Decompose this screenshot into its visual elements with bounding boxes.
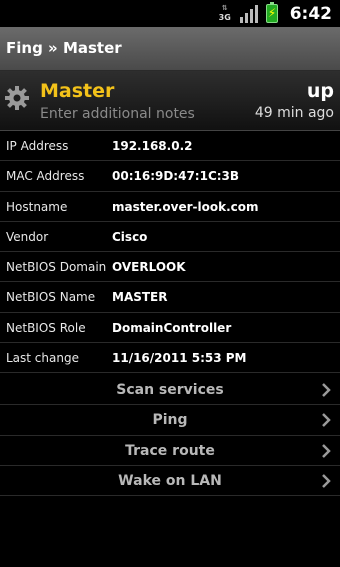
device-actions: Scan services Ping Trace route Wake on L… bbox=[0, 375, 340, 497]
detail-label: Vendor bbox=[6, 229, 49, 244]
detail-label: MAC Address bbox=[6, 169, 85, 184]
wake-on-lan-button[interactable]: Wake on LAN bbox=[0, 466, 340, 497]
battery-charging-icon: ⚡ bbox=[265, 2, 278, 23]
status-age: 49 min ago bbox=[254, 105, 334, 121]
detail-label: NetBIOS Role bbox=[6, 320, 86, 335]
detail-label: NetBIOS Name bbox=[6, 290, 96, 305]
chevron-right-icon bbox=[322, 443, 331, 458]
detail-value: 192.168.0.2 bbox=[112, 139, 193, 153]
status-bar: ⇅ 3G ⚡ 6:42 bbox=[0, 0, 340, 27]
chevron-right-icon bbox=[322, 383, 331, 397]
app-title-bar: Fing » Master bbox=[0, 27, 340, 71]
trace-route-button[interactable]: Trace route bbox=[0, 436, 340, 466]
detail-value: Cisco bbox=[112, 229, 148, 244]
detail-value: master.over-look.com bbox=[112, 199, 259, 214]
page-title: Fing » Master bbox=[6, 39, 122, 57]
detail-label: Last change bbox=[6, 351, 79, 366]
device-header: Master Enter additional notes up 49 min … bbox=[0, 71, 340, 131]
detail-value: DomainController bbox=[112, 320, 232, 335]
gear-icon[interactable] bbox=[4, 85, 30, 111]
network-3g-icon: ⇅ 3G bbox=[218, 3, 231, 22]
detail-row-netbios-domain: NetBIOS Domain OVERLOOK bbox=[0, 252, 340, 283]
action-label: Scan services bbox=[116, 382, 224, 398]
detail-label: NetBIOS Domain bbox=[6, 260, 107, 275]
clock: 6:42 bbox=[289, 3, 332, 24]
device-status: up bbox=[306, 80, 334, 102]
device-details: IP Address 192.168.0.2 MAC Address 00:16… bbox=[0, 131, 340, 374]
detail-value: MASTER bbox=[112, 290, 168, 305]
action-label: Trace route bbox=[125, 442, 215, 459]
detail-row-netbios-role: NetBIOS Role DomainController bbox=[0, 313, 340, 344]
detail-label: Hostname bbox=[6, 199, 68, 214]
scan-services-button[interactable]: Scan services bbox=[0, 375, 340, 406]
detail-row-ip: IP Address 192.168.0.2 bbox=[0, 131, 340, 162]
chevron-right-icon bbox=[322, 413, 331, 428]
detail-row-vendor: Vendor Cisco bbox=[0, 222, 340, 253]
action-label: Ping bbox=[152, 412, 188, 429]
detail-label: IP Address bbox=[6, 139, 69, 153]
detail-row-netbios-name: NetBIOS Name MASTER bbox=[0, 282, 340, 313]
detail-value: 11/16/2011 5:53 PM bbox=[112, 351, 247, 366]
signal-strength-icon bbox=[239, 4, 258, 23]
detail-row-mac: MAC Address 00:16:9D:47:1C:3B bbox=[0, 161, 340, 192]
action-label: Wake on LAN bbox=[118, 472, 222, 489]
detail-value: OVERLOOK bbox=[112, 260, 186, 275]
detail-value: 00:16:9D:47:1C:3B bbox=[112, 169, 240, 184]
notes-field[interactable]: Enter additional notes bbox=[40, 106, 195, 122]
detail-row-hostname: Hostname master.over-look.com bbox=[0, 192, 340, 222]
device-name: Master bbox=[40, 80, 115, 102]
ping-button[interactable]: Ping bbox=[0, 405, 340, 436]
chevron-right-icon bbox=[322, 474, 331, 488]
detail-row-last-change: Last change 11/16/2011 5:53 PM bbox=[0, 343, 340, 374]
